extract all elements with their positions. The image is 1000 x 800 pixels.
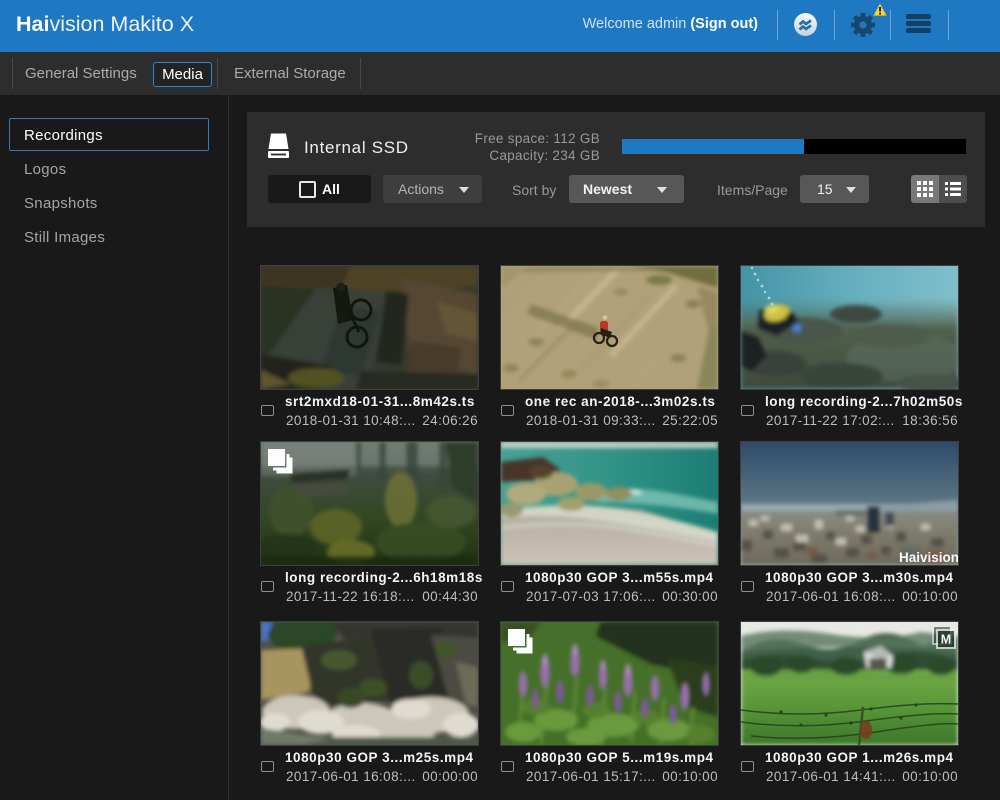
svg-text:Haivision: Haivision [899, 550, 958, 565]
svg-text:M: M [941, 633, 951, 647]
